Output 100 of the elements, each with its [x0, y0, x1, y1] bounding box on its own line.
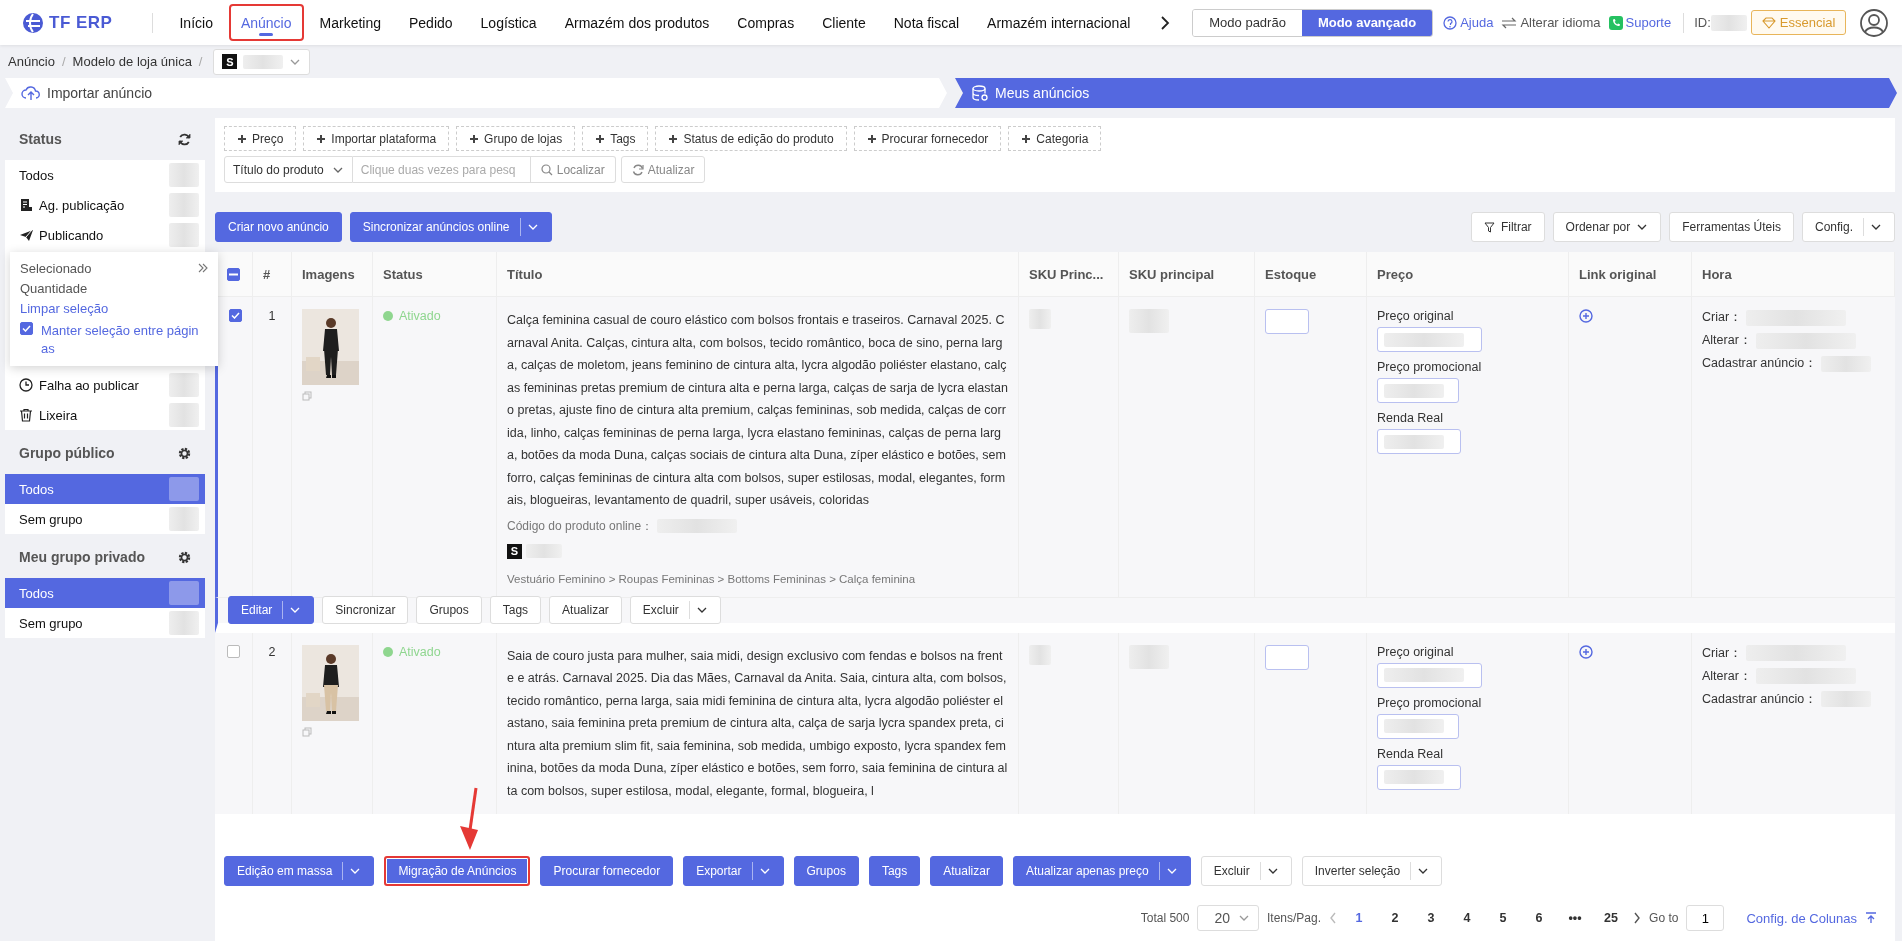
- filter-chip[interactable]: Preço: [224, 126, 297, 151]
- swap-arrows-icon: [1501, 16, 1518, 29]
- stock-field[interactable]: [1265, 309, 1309, 334]
- bulk-action-button[interactable]: Tags: [868, 856, 921, 886]
- row-action-button[interactable]: Editar: [228, 596, 315, 624]
- step-tab[interactable]: Meus anúncios: [955, 78, 1897, 108]
- goto-input[interactable]: 1: [1686, 905, 1725, 931]
- store-select[interactable]: S: [213, 48, 311, 75]
- id-label: ID:: [1694, 15, 1711, 30]
- filter-chip[interactable]: Status de edição do produto: [655, 126, 847, 151]
- page-button[interactable]: 2: [1381, 905, 1410, 931]
- settings-icon[interactable]: [178, 550, 191, 564]
- nav-tab[interactable]: Marketing: [307, 4, 393, 41]
- bulk-action-button[interactable]: Grupos: [793, 856, 859, 886]
- sidebar-item[interactable]: Sem grupo: [5, 504, 205, 534]
- help-link[interactable]: Ajuda: [1443, 15, 1494, 30]
- filter-chip[interactable]: Tags: [582, 126, 649, 151]
- nav-tab[interactable]: Início: [167, 4, 225, 41]
- sidebar-item[interactable]: Todos: [5, 578, 205, 608]
- sidebar-item[interactable]: Publicando: [5, 220, 205, 250]
- bulk-action-button[interactable]: Excluir: [1200, 856, 1292, 886]
- filter-chip[interactable]: Categoria: [1008, 126, 1102, 151]
- page-button[interactable]: 1: [1345, 905, 1374, 931]
- plus-icon: [595, 133, 606, 144]
- nav-tab[interactable]: Anúncio: [228, 4, 304, 41]
- breadcrumb-separator: /: [62, 54, 66, 69]
- price-field[interactable]: [1377, 378, 1459, 403]
- action-button[interactable]: Criar novo anúncio: [215, 212, 342, 242]
- search-field-select[interactable]: Título do produto: [224, 156, 353, 183]
- row-checkbox[interactable]: [227, 644, 240, 658]
- bulk-action-button[interactable]: Exportar: [683, 856, 784, 886]
- page-button[interactable]: 4: [1453, 905, 1482, 931]
- row-action-button[interactable]: Grupos: [416, 596, 482, 624]
- page-button[interactable]: 5: [1489, 905, 1518, 931]
- page-button[interactable]: 25: [1597, 905, 1626, 931]
- sidebar-item[interactable]: Todos: [5, 474, 205, 504]
- refresh-button[interactable]: Atualizar: [620, 156, 706, 183]
- price-field[interactable]: [1377, 429, 1461, 454]
- row-action-button[interactable]: Tags: [489, 596, 542, 624]
- step-tab[interactable]: Importar anúncio: [5, 78, 947, 108]
- page-size-select[interactable]: 20: [1197, 905, 1259, 931]
- avatar-icon[interactable]: [1860, 8, 1889, 37]
- select-all-checkbox[interactable]: [227, 267, 240, 281]
- mode-toggle[interactable]: Modo avançado: [1301, 9, 1433, 36]
- stock-field[interactable]: [1265, 644, 1309, 670]
- bulk-action-button[interactable]: Atualizar: [930, 856, 1003, 886]
- double-chevron-icon[interactable]: [198, 263, 208, 273]
- toolbar-button[interactable]: Config.: [1801, 212, 1895, 242]
- toolbar-button[interactable]: Filtrar: [1470, 212, 1545, 242]
- price-field[interactable]: [1377, 713, 1459, 739]
- price-field[interactable]: [1377, 662, 1482, 688]
- row-action-button[interactable]: Excluir: [629, 596, 721, 624]
- row-action-button[interactable]: Sincronizar: [322, 596, 409, 624]
- row-action-button[interactable]: Atualizar: [549, 596, 622, 624]
- chevron-right-icon[interactable]: [1633, 912, 1642, 924]
- column-settings-link[interactable]: Config. de Colunas: [1746, 910, 1857, 926]
- action-button[interactable]: Sincronizar anúncios online: [349, 212, 552, 242]
- nav-tab[interactable]: Compras: [725, 4, 807, 41]
- search-input[interactable]: Clique duas vezes para pesq: [352, 156, 531, 183]
- sidebar-item[interactable]: Sem grupo: [5, 608, 205, 638]
- nav-tab[interactable]: Nota fiscal: [881, 4, 972, 41]
- row-checkbox[interactable]: [228, 309, 242, 322]
- find-button[interactable]: Localizar: [530, 156, 616, 183]
- sidebar-item[interactable]: Todos: [5, 160, 205, 190]
- page-button[interactable]: 3: [1417, 905, 1446, 931]
- toolbar-button[interactable]: Ferramentas Úteis: [1669, 212, 1794, 242]
- bulk-action-button[interactable]: Edição em massa: [224, 856, 375, 886]
- nav-tab[interactable]: Armazém internacional: [975, 4, 1143, 41]
- chevron-right-icon[interactable]: [1160, 15, 1171, 30]
- bulk-action-button[interactable]: Atualizar apenas preço: [1012, 856, 1191, 886]
- bulk-action-button[interactable]: Inverter seleção: [1301, 856, 1443, 886]
- price-field[interactable]: [1377, 764, 1461, 790]
- refresh-icon[interactable]: [178, 132, 191, 146]
- sidebar-item[interactable]: Falha ao publicar: [5, 370, 205, 400]
- plus-circle-icon[interactable]: [1579, 309, 1593, 323]
- plus-circle-icon[interactable]: [1579, 644, 1593, 659]
- bulk-action-button[interactable]: Procurar fornecedor: [540, 856, 674, 886]
- support-link[interactable]: Suporte: [1608, 15, 1672, 30]
- filter-chip[interactable]: Importar plataforma: [303, 126, 450, 151]
- filter-chip[interactable]: Grupo de lojas: [456, 126, 576, 151]
- bulk-action-button[interactable]: Migração de Anúncios: [384, 856, 531, 886]
- price-field[interactable]: [1377, 327, 1482, 352]
- clear-selection-link[interactable]: Limpar seleção: [20, 298, 208, 320]
- nav-tab[interactable]: Pedido: [397, 4, 465, 41]
- nav-tab[interactable]: Cliente: [810, 4, 878, 41]
- nav-tab[interactable]: Armazém dos produtos: [552, 4, 722, 41]
- filter-chip[interactable]: Procurar fornecedor: [853, 126, 1002, 151]
- nav-tab[interactable]: Logística: [468, 4, 549, 41]
- settings-icon[interactable]: [178, 446, 191, 460]
- page-button[interactable]: 6: [1525, 905, 1554, 931]
- cloud-upload-icon: [21, 85, 41, 101]
- sidebar-item[interactable]: Lixeira: [5, 400, 205, 430]
- toolbar-button[interactable]: Ordenar por: [1552, 212, 1662, 242]
- page-button[interactable]: •••: [1561, 905, 1590, 931]
- sidebar-item[interactable]: Ag. publicação: [5, 190, 205, 220]
- checkbox[interactable]: [20, 322, 33, 335]
- breadcrumb-item[interactable]: Anúncio: [8, 54, 55, 69]
- breadcrumb-item[interactable]: Modelo de loja única: [72, 54, 192, 69]
- language-link[interactable]: Alterar idioma: [1501, 15, 1601, 30]
- back-to-top-icon[interactable]: [1865, 912, 1877, 924]
